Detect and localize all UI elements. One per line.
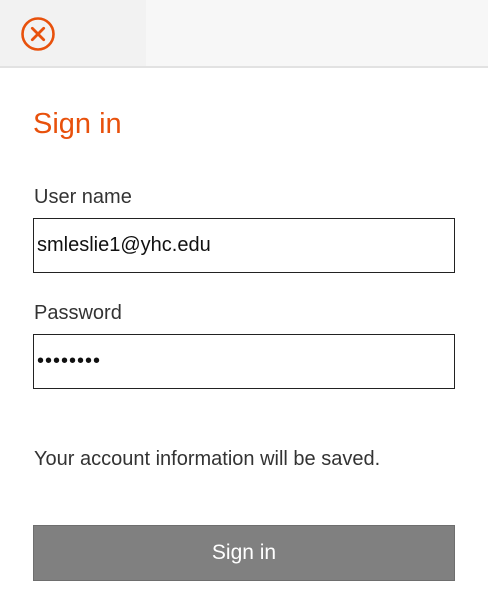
close-circle-icon <box>21 17 55 51</box>
close-button[interactable] <box>0 0 146 66</box>
account-save-note: Your account information will be saved. <box>34 448 381 470</box>
username-label: User name <box>34 186 132 208</box>
page-title: Sign in <box>33 108 122 140</box>
top-bar <box>0 0 488 68</box>
password-field[interactable] <box>33 334 455 389</box>
username-field[interactable] <box>33 218 455 273</box>
password-label: Password <box>34 302 122 324</box>
sign-in-button[interactable]: Sign in <box>33 525 455 581</box>
